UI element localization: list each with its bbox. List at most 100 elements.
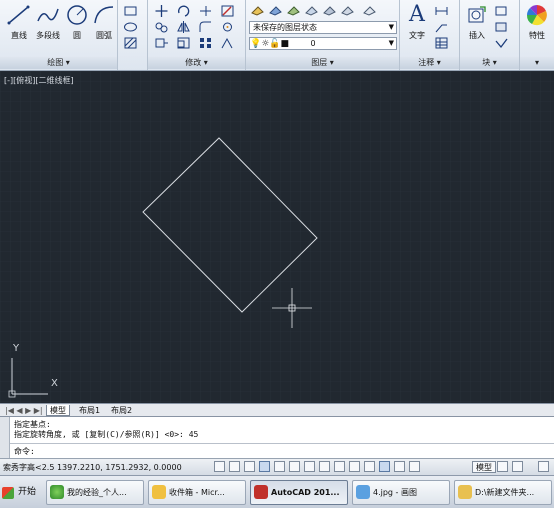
dynamic-ucs-toggle[interactable]: [334, 461, 345, 472]
dimension-icon: [435, 7, 448, 15]
object-snap-tracking-toggle[interactable]: [319, 461, 330, 472]
modify-panel-title[interactable]: 修改 ▾: [148, 57, 245, 69]
block-attribute-tool[interactable]: [494, 36, 509, 50]
layer-match-tool[interactable]: [362, 3, 377, 17]
rectangle-tool[interactable]: [123, 4, 138, 18]
move-tool[interactable]: [154, 4, 169, 18]
color-wheel-icon: [526, 5, 547, 26]
quick-view-layouts-button[interactable]: [497, 461, 508, 472]
ellipse-tool[interactable]: [123, 20, 138, 34]
layer-freeze-tool[interactable]: [304, 3, 319, 17]
selection-cycling-toggle[interactable]: [409, 461, 420, 472]
mirror-tool[interactable]: [176, 20, 191, 34]
taskbar-item-autocad[interactable]: AutoCAD 201...: [250, 480, 348, 505]
layer-state-value: 未保存的图层状态: [253, 23, 317, 32]
rotate-tool[interactable]: [176, 4, 191, 18]
layer-off-icon: [323, 6, 336, 16]
properties-panel: 特性 ▾: [520, 0, 554, 70]
offset-tool[interactable]: [220, 36, 235, 50]
insert-tool[interactable]: 插入: [462, 3, 492, 43]
quick-properties-toggle[interactable]: [394, 461, 405, 472]
transparency-toggle[interactable]: [379, 461, 390, 472]
arc-icon: [94, 6, 114, 24]
taskbar-item-label: 4.jpg - 画图: [373, 488, 417, 497]
erase-tool[interactable]: [220, 4, 235, 18]
trim-tool[interactable]: [198, 4, 213, 18]
taskbar-item-paint[interactable]: 4.jpg - 画图: [352, 480, 450, 505]
autocad-icon: [254, 485, 268, 499]
layer-state-tool[interactable]: [268, 3, 283, 17]
dimension-tool[interactable]: [434, 4, 449, 18]
create-block-tool[interactable]: [494, 4, 509, 18]
arc-tool[interactable]: 圆弧: [89, 3, 119, 43]
ortho-mode-toggle[interactable]: [259, 461, 270, 472]
table-tool[interactable]: [434, 36, 449, 50]
snap-mode-toggle[interactable]: [229, 461, 240, 472]
tab-layout2[interactable]: 布局2: [108, 405, 135, 416]
array-icon: [200, 38, 211, 48]
start-label: 开始: [18, 487, 37, 497]
tab-layout1[interactable]: 布局1: [76, 405, 103, 416]
leader-tool[interactable]: [434, 20, 449, 34]
properties-tool[interactable]: 特性: [522, 3, 552, 43]
text-tool[interactable]: A 文字: [402, 3, 432, 43]
start-button[interactable]: 开始: [2, 481, 36, 504]
taskbar-item-browser[interactable]: 我的经验_个人...: [46, 480, 144, 505]
3d-object-snap-toggle[interactable]: [304, 461, 315, 472]
canvas-drawing: [0, 71, 554, 403]
edit-block-tool[interactable]: [494, 20, 509, 34]
command-input[interactable]: 命令:: [14, 446, 35, 457]
current-layer-dropdown[interactable]: 💡☼🔓■ 0 ▼: [249, 37, 397, 50]
fillet-tool[interactable]: [198, 20, 213, 34]
properties-label: 特性: [529, 31, 545, 40]
lineweight-toggle[interactable]: [364, 461, 375, 472]
status-bar-menu-button[interactable]: [538, 461, 549, 472]
windows-taskbar: 开始 我的经验_个人... 收件箱 - Micr... AutoCAD 201.…: [0, 475, 554, 508]
copy-tool[interactable]: [154, 20, 169, 34]
stretch-tool[interactable]: [154, 36, 169, 50]
layer-isolate-tool[interactable]: [286, 3, 301, 17]
layer-lock-icon: [341, 6, 354, 16]
autocad-window: { "ribbon": { "draw_panel": { "title": "…: [0, 0, 554, 508]
layers-panel-title[interactable]: 图层 ▾: [246, 57, 399, 69]
layer-state-dropdown[interactable]: 未保存的图层状态 ▼: [249, 21, 397, 34]
properties-more-button[interactable]: ▾: [520, 57, 554, 69]
windows-logo-icon: [2, 487, 14, 499]
drawing-canvas[interactable]: [-][俯视][二维线框] Y X: [0, 71, 554, 403]
layer-status-icons: 💡☼🔓■: [250, 39, 289, 49]
layer-lock-tool[interactable]: [340, 3, 355, 17]
annotation-panel-title[interactable]: 注释 ▾: [400, 57, 459, 69]
polar-tracking-toggle[interactable]: [274, 461, 285, 472]
polyline-icon: [37, 8, 59, 22]
text-icon: A: [409, 2, 425, 27]
command-window-grip[interactable]: [0, 417, 10, 459]
circle-icon: [67, 5, 87, 25]
object-snap-toggle[interactable]: [289, 461, 300, 472]
modify-panel: 修改 ▾: [148, 0, 246, 70]
array-tool[interactable]: [198, 36, 213, 50]
coordinate-readout: 索秀字高<2.5 1397.2210, 1751.2932, 0.0000: [3, 463, 182, 472]
tab-model[interactable]: 模型: [46, 405, 70, 416]
scale-tool[interactable]: [176, 36, 191, 50]
block-attribute-icon: [495, 38, 508, 49]
taskbar-item-mail[interactable]: 收件箱 - Micr...: [148, 480, 246, 505]
browser-icon: [50, 485, 64, 499]
hatch-tool[interactable]: [123, 36, 138, 50]
block-panel-title[interactable]: 块 ▾: [460, 57, 519, 69]
tab-navigation-arrows[interactable]: |◀ ◀ ▶ ▶|: [2, 405, 46, 416]
trim-icon: [200, 6, 211, 16]
viewport-controls[interactable]: [-][俯视][二维线框]: [4, 75, 74, 86]
layer-properties-tool[interactable]: [250, 3, 265, 17]
folder-icon: [458, 485, 472, 499]
layer-off-tool[interactable]: [322, 3, 337, 17]
layout-tabs: |◀ ◀ ▶ ▶| 模型 布局1 布局2: [0, 403, 554, 416]
dynamic-input-toggle[interactable]: [349, 461, 360, 472]
draw-panel-title[interactable]: 绘图 ▾: [0, 57, 117, 69]
quick-view-drawings-button[interactable]: [512, 461, 523, 472]
model-space-button[interactable]: 模型: [472, 461, 496, 473]
grid-display-toggle[interactable]: [244, 461, 255, 472]
taskbar-item-folder[interactable]: D:\新建文件夹...: [454, 480, 552, 505]
infer-constraints-toggle[interactable]: [214, 461, 225, 472]
explode-tool[interactable]: [220, 20, 235, 34]
draw-panel: 直线 多段线 圆 圆弧 绘图 ▾: [0, 0, 118, 70]
